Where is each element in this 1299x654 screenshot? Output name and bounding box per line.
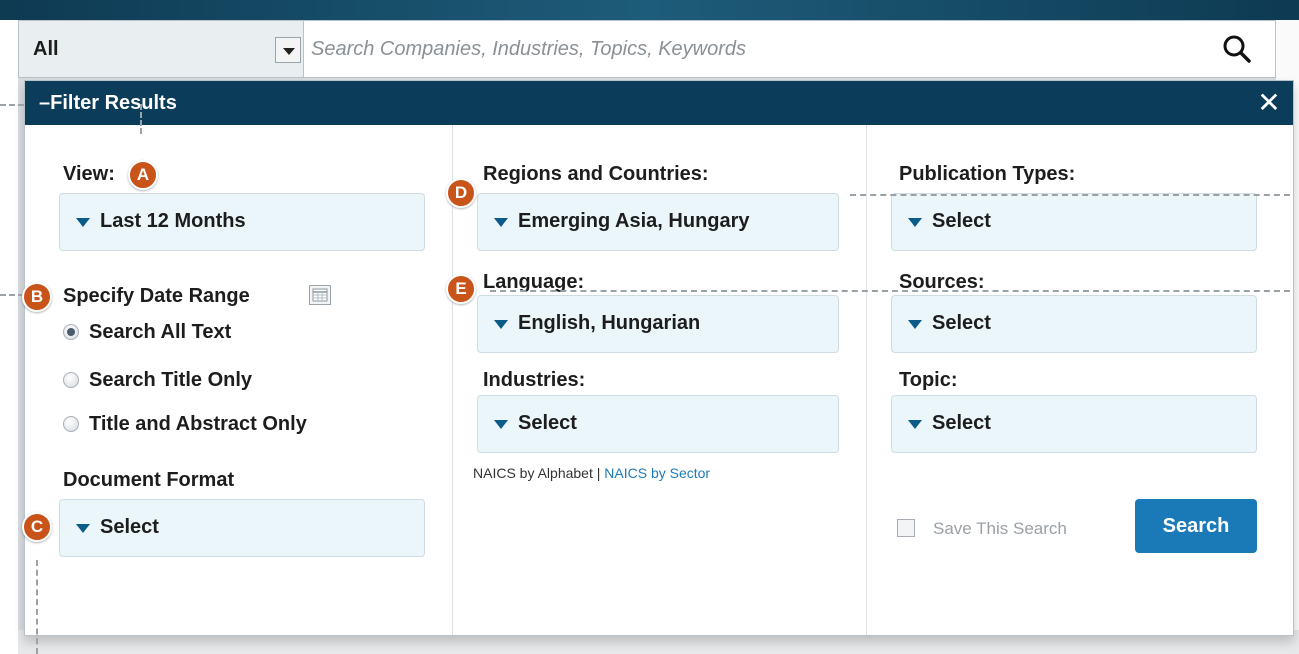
search-scope-label: All xyxy=(33,38,59,60)
radio-search-all-text[interactable]: Search All Text xyxy=(63,321,343,347)
annotation-guide-line xyxy=(140,104,142,134)
annotation-guide-line xyxy=(0,104,24,106)
naics-separator: | xyxy=(592,465,605,481)
regions-dropdown[interactable]: Emerging Asia, Hungary xyxy=(477,193,839,251)
document-format-label: Document Format xyxy=(63,469,235,491)
industries-dropdown-value: Select xyxy=(518,412,577,434)
save-search-label: Save This Search xyxy=(933,519,1067,538)
caret-down-icon xyxy=(494,420,508,429)
publication-types-value: Select xyxy=(932,210,991,232)
radio-label: Title and Abstract Only xyxy=(89,413,307,435)
filter-panel: –Filter Results ✕ View: Last 12 Months S… xyxy=(24,80,1294,636)
topic-dropdown[interactable]: Select xyxy=(891,395,1257,453)
caret-down-icon xyxy=(908,420,922,429)
close-icon[interactable]: ✕ xyxy=(1255,89,1283,117)
filter-panel-header: –Filter Results ✕ xyxy=(25,81,1293,125)
industries-dropdown[interactable]: Select xyxy=(477,395,839,453)
column-divider xyxy=(866,125,867,635)
topic-value: Select xyxy=(932,412,991,434)
callout-d: D xyxy=(446,178,476,208)
page-background-left xyxy=(0,20,18,654)
callout-b: B xyxy=(22,282,52,312)
callout-c: C xyxy=(22,512,52,542)
date-range-label: Specify Date Range xyxy=(63,285,250,307)
search-scope-select[interactable]: All xyxy=(19,21,304,77)
search-input[interactable] xyxy=(311,33,1191,65)
caret-down-icon xyxy=(494,320,508,329)
caret-down-icon xyxy=(908,320,922,329)
view-label: View: xyxy=(63,163,115,185)
calendar-icon[interactable] xyxy=(309,285,331,305)
radio-button[interactable] xyxy=(63,416,79,432)
annotation-guide-line xyxy=(490,290,1290,292)
view-dropdown[interactable]: Last 12 Months xyxy=(59,193,425,251)
radio-label: Search All Text xyxy=(89,321,232,343)
document-format-dropdown[interactable]: Select xyxy=(59,499,425,557)
caret-down-icon xyxy=(494,218,508,227)
naics-by-alphabet-link[interactable]: NAICS by Alphabet xyxy=(473,465,593,481)
callout-e: E xyxy=(446,274,476,304)
industries-label: Industries: xyxy=(483,369,586,391)
view-dropdown-value: Last 12 Months xyxy=(100,210,246,232)
regions-label: Regions and Countries: xyxy=(483,163,709,185)
radio-label: Search Title Only xyxy=(89,369,253,391)
panel-title-text: Filter Results xyxy=(50,92,177,114)
radio-button[interactable] xyxy=(63,324,79,340)
publication-types-dropdown[interactable]: Select xyxy=(891,193,1257,251)
sources-dropdown[interactable]: Select xyxy=(891,295,1257,353)
search-bar: All xyxy=(18,20,1276,78)
sources-value: Select xyxy=(932,312,991,334)
language-dropdown-value: English, Hungarian xyxy=(518,312,701,334)
annotation-guide-line xyxy=(850,194,1290,196)
search-icon[interactable] xyxy=(1219,31,1255,67)
naics-by-sector-link[interactable]: NAICS by Sector xyxy=(604,465,710,481)
annotation-guide-line xyxy=(36,560,38,654)
callout-a: A xyxy=(128,160,158,190)
save-search-checkbox[interactable] xyxy=(897,519,915,537)
search-button[interactable]: Search xyxy=(1135,499,1257,553)
caret-down-icon xyxy=(76,524,90,533)
caret-down-icon xyxy=(908,218,922,227)
page-background-header xyxy=(0,0,1299,20)
panel-title[interactable]: –Filter Results xyxy=(39,92,177,115)
annotation-guide-line xyxy=(0,294,24,296)
document-format-value: Select xyxy=(100,516,159,538)
chevron-down-icon[interactable] xyxy=(275,37,301,63)
radio-title-and-abstract-only[interactable]: Title and Abstract Only xyxy=(63,413,383,439)
caret-down-icon xyxy=(76,218,90,227)
language-dropdown[interactable]: English, Hungarian xyxy=(477,295,839,353)
naics-links: NAICS by Alphabet | NAICS by Sector xyxy=(473,465,710,481)
radio-button[interactable] xyxy=(63,372,79,388)
radio-search-title-only[interactable]: Search Title Only xyxy=(63,369,343,395)
publication-types-label: Publication Types: xyxy=(899,163,1076,185)
regions-dropdown-value: Emerging Asia, Hungary xyxy=(518,210,750,232)
topic-label: Topic: xyxy=(899,369,958,391)
